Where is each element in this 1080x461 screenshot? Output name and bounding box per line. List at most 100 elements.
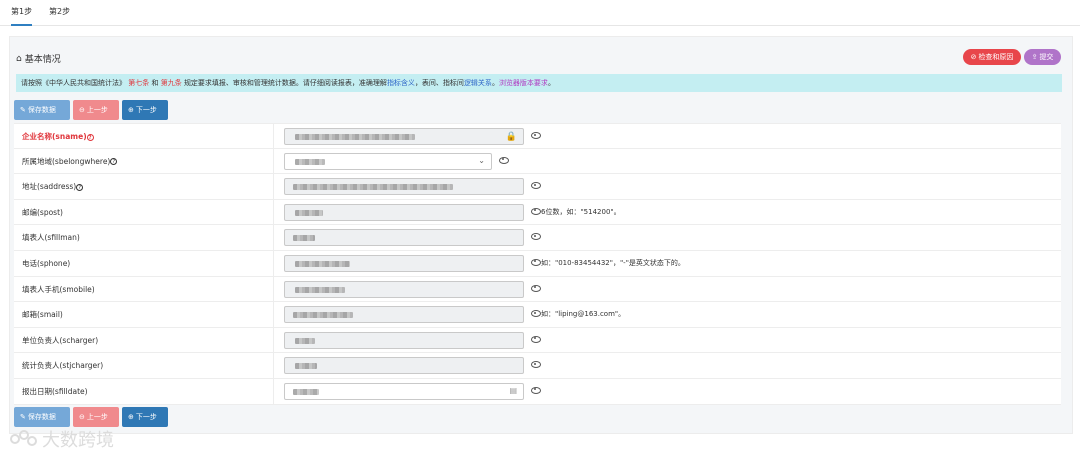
eye-icon[interactable] bbox=[531, 335, 541, 343]
eye-icon[interactable] bbox=[531, 131, 541, 139]
arrow-right-icon: ⊕ bbox=[128, 413, 134, 421]
toolbar-top: ✎ 保存数据 ⊖ 上一步 ⊕ 下一步 bbox=[14, 100, 171, 120]
calendar-icon: ▤ bbox=[509, 385, 517, 395]
form-row-smail: 邮箱(smail) 如："liping@163.com"。 bbox=[14, 302, 1061, 328]
browser-version-link[interactable]: 浏览器版本要求 bbox=[499, 79, 548, 87]
eye-icon[interactable] bbox=[499, 156, 509, 164]
blurred-value bbox=[295, 337, 315, 344]
home-icon: ⌂ bbox=[16, 53, 22, 64]
logic-relation-link[interactable]: 逻辑关系 bbox=[464, 79, 492, 87]
eye-icon[interactable] bbox=[531, 258, 541, 266]
field-label: 邮箱(smail) bbox=[22, 302, 274, 328]
watermark-icon bbox=[10, 430, 38, 448]
watermark-logo: 大数跨境 bbox=[10, 426, 114, 452]
field-label: 统计负责人(stjcharger) bbox=[22, 353, 274, 379]
eye-icon[interactable] bbox=[531, 386, 541, 394]
save-data-button[interactable]: ✎ 保存数据 bbox=[14, 100, 70, 120]
blurred-value bbox=[295, 363, 317, 370]
submit-label: 提交 bbox=[1039, 53, 1054, 61]
help-icon[interactable]: ? bbox=[76, 183, 84, 191]
step-tabs: 第1步 第2步 bbox=[0, 0, 1080, 26]
help-icon[interactable]: ? bbox=[110, 158, 118, 166]
form-row-stjcharger: 统计负责人(stjcharger) bbox=[14, 353, 1061, 379]
blurred-value bbox=[295, 158, 325, 165]
form-row-sphone: 电话(sphone) 如："010-83454432"，"-"是英文状态下的。 bbox=[14, 250, 1061, 277]
eye-icon[interactable] bbox=[531, 309, 541, 318]
field-label: 填表人(sfillman) bbox=[22, 225, 274, 251]
next-step-label: 下一步 bbox=[135, 106, 157, 114]
arrow-left-icon: ⊖ bbox=[79, 413, 85, 421]
field-label: 电话(sphone) bbox=[22, 250, 274, 276]
blurred-value bbox=[295, 286, 345, 293]
save-data-label: 保存数据 bbox=[27, 413, 56, 421]
unit-head-input[interactable] bbox=[284, 331, 524, 349]
field-label: 企业名称(sname)? bbox=[22, 124, 274, 149]
save-data-label: 保存数据 bbox=[27, 106, 56, 114]
law-article-9-link[interactable]: 第九条 bbox=[161, 79, 182, 87]
field-label: 邮编(spost) bbox=[22, 199, 274, 225]
fill-date-input[interactable]: ▤ bbox=[284, 382, 524, 400]
form-row-sfilldate: 报出日期(sfilldate) ▤ bbox=[14, 378, 1061, 405]
blurred-value bbox=[293, 235, 315, 242]
field-label: 单位负责人(scharger) bbox=[22, 327, 274, 353]
check-reason-button[interactable]: ⊘ 检查和原因 bbox=[963, 49, 1021, 65]
field-label: 地址(saddress)? bbox=[22, 174, 274, 200]
eye-icon[interactable] bbox=[531, 360, 541, 369]
check-reason-label: 检查和原因 bbox=[978, 53, 1014, 61]
eye-icon[interactable] bbox=[531, 232, 541, 241]
blurred-value bbox=[295, 260, 350, 267]
submit-icon: ⇪ bbox=[1031, 53, 1038, 61]
email-input[interactable] bbox=[284, 306, 524, 324]
company-name-input[interactable]: 🔒 bbox=[284, 128, 524, 145]
form-row-scharger: 单位负责人(scharger) bbox=[14, 327, 1061, 354]
toolbar-bottom: ✎ 保存数据 ⊖ 上一步 ⊕ 下一步 bbox=[14, 407, 171, 427]
notice-text-4: 。 bbox=[491, 79, 499, 87]
notice-and: 和 bbox=[151, 79, 159, 87]
panel-title: ⌂ 基本情况 bbox=[16, 52, 61, 66]
tab-step-1[interactable]: 第1步 bbox=[11, 6, 33, 26]
prev-step-label: 上一步 bbox=[86, 106, 108, 114]
notice-text-5: 。 bbox=[547, 79, 555, 87]
stat-head-input[interactable] bbox=[284, 357, 524, 375]
next-step-button[interactable]: ⊕ 下一步 bbox=[122, 100, 168, 120]
submit-button[interactable]: ⇪ 提交 bbox=[1024, 49, 1061, 65]
panel-title-text: 基本情况 bbox=[24, 55, 61, 65]
notice-text-1: 请按照《中华人民共和国统计法》 bbox=[21, 79, 126, 87]
notice-bar: 请按照《中华人民共和国统计法》 第七条 和 第九条 规定要求填报、审核和管理统计… bbox=[16, 74, 1062, 92]
edit-icon: ✎ bbox=[20, 413, 26, 421]
form-row-sbelongwhere: 所属地域(sbelongwhere)? ⌄ bbox=[14, 148, 1061, 175]
form-row-spost: 邮编(spost) 6位数，如："514200"。 bbox=[14, 199, 1061, 226]
filler-input[interactable] bbox=[284, 229, 524, 247]
field-label: 报出日期(sfilldate) bbox=[22, 378, 274, 404]
next-step-button[interactable]: ⊕ 下一步 bbox=[122, 407, 168, 427]
field-label: 填表人手机(smobile) bbox=[22, 276, 274, 302]
blurred-value bbox=[293, 388, 319, 395]
postcode-hint: 6位数，如："514200"。 bbox=[541, 207, 621, 216]
notice-text-2: 规定要求填报、审核和管理统计数据。请仔细阅读报表，准确理解 bbox=[183, 79, 387, 87]
mobile-input[interactable] bbox=[284, 280, 524, 298]
postcode-input[interactable] bbox=[284, 203, 524, 221]
prev-step-label: 上一步 bbox=[86, 413, 108, 421]
law-article-7-link[interactable]: 第七条 bbox=[128, 79, 149, 87]
chevron-down-icon: ⌄ bbox=[478, 155, 485, 165]
eye-icon[interactable] bbox=[531, 207, 541, 215]
prev-step-button[interactable]: ⊖ 上一步 bbox=[73, 407, 119, 427]
tab-step-2[interactable]: 第2步 bbox=[49, 6, 70, 17]
check-circle-icon: ⊘ bbox=[970, 53, 977, 61]
prev-step-button[interactable]: ⊖ 上一步 bbox=[73, 100, 119, 120]
eye-icon[interactable] bbox=[531, 181, 541, 190]
eye-icon[interactable] bbox=[531, 284, 541, 292]
blurred-value bbox=[293, 184, 453, 191]
address-input[interactable] bbox=[284, 178, 524, 196]
indicator-meaning-link[interactable]: 指标含义 bbox=[387, 79, 415, 87]
form-row-saddress: 地址(saddress)? bbox=[14, 174, 1061, 200]
arrow-left-icon: ⊖ bbox=[79, 106, 85, 114]
save-data-button[interactable]: ✎ 保存数据 bbox=[14, 407, 70, 427]
form-row-sfillman: 填表人(sfillman) bbox=[14, 225, 1061, 251]
region-select[interactable]: ⌄ bbox=[284, 152, 492, 170]
watermark-text: 大数跨境 bbox=[42, 430, 114, 451]
blurred-value bbox=[295, 209, 323, 216]
field-label: 所属地域(sbelongwhere)? bbox=[22, 148, 274, 174]
phone-input[interactable] bbox=[284, 254, 524, 272]
help-icon[interactable]: ? bbox=[86, 133, 94, 141]
